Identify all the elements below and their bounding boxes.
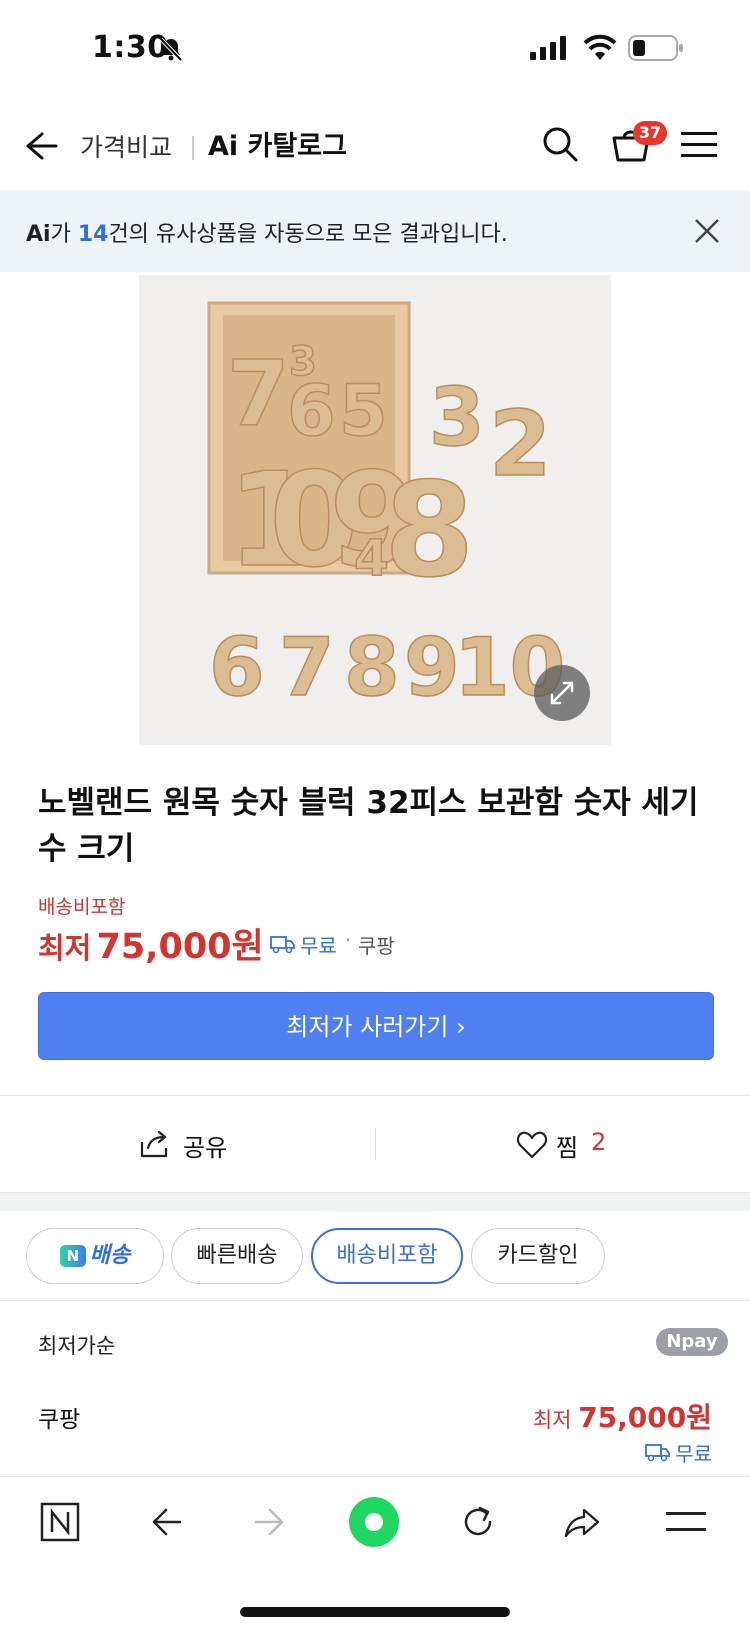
divider: [0, 1095, 750, 1096]
block-digit: 9: [404, 621, 460, 714]
battery-icon: [628, 35, 683, 61]
block-digit: 6: [209, 621, 265, 714]
breadcrumb-price-compare[interactable]: 가격비교: [80, 128, 172, 164]
similar-count: 14: [77, 222, 109, 247]
price-label: 최저: [38, 931, 92, 965]
free-shipping: 무료: [300, 934, 337, 958]
close-icon[interactable]: [694, 218, 720, 244]
heart-icon: [516, 1131, 548, 1159]
expand-icon: [550, 681, 574, 705]
row-price: 최저 75,000원: [533, 1396, 712, 1436]
block-digit: 2: [489, 392, 552, 497]
mute-bell-icon: [159, 37, 183, 62]
green-dot-icon[interactable]: [348, 1496, 400, 1548]
lowest-price: 최저 75,000원: [38, 918, 264, 968]
block-digit: 6: [287, 370, 336, 452]
zzim-count: 2: [591, 1128, 607, 1156]
block-digit: 3: [429, 371, 485, 464]
action-separator: [375, 1128, 376, 1160]
cart-count-badge: 37: [633, 121, 667, 145]
row-seller: 쿠팡: [38, 1407, 81, 1433]
breadcrumb-separator: [192, 136, 194, 160]
row-price-value: 75,000원: [578, 1401, 712, 1434]
block-digit: 7: [227, 342, 290, 447]
shipping-included-label: 배송비포함: [38, 896, 126, 918]
back-arrow-icon[interactable]: [22, 126, 62, 166]
ai-label: Ai: [26, 222, 51, 247]
back-icon[interactable]: [146, 1502, 186, 1542]
block-digit: 8: [384, 454, 474, 606]
divider: [0, 1300, 750, 1301]
zzim-label: 찜: [556, 1134, 579, 1162]
section-gap: [0, 1192, 750, 1211]
ai-ga: 가: [50, 222, 78, 247]
menu-icon[interactable]: [681, 130, 717, 160]
separator-dot: ·: [345, 928, 352, 952]
filter-chip-card-discount[interactable]: 카드할인: [471, 1228, 605, 1284]
filter-chip-label: 배송: [89, 1243, 131, 1268]
share-icon: [140, 1130, 168, 1158]
home-indicator: [240, 1607, 510, 1617]
price-value: 75,000원: [96, 927, 264, 967]
product-title: 노벨랜드 원목 숫자 블럭 32피스 보관함 숫자 세기 수 크기: [38, 785, 699, 867]
row-free-shipping: 무료: [675, 1442, 712, 1466]
n-delivery-icon: N: [59, 1245, 86, 1267]
ai-banner-suffix: 건의 유사상품을 자동으로 모은 결과입니다.: [108, 222, 508, 247]
row-price-label: 최저: [532, 1408, 572, 1432]
truck-icon: [645, 1444, 670, 1462]
block-digit: 4: [354, 529, 389, 587]
npay-filter[interactable]: Npay: [656, 1328, 728, 1356]
buy-lowest-button[interactable]: 최저가 사러가기 ›: [38, 992, 714, 1060]
block-digit: 8: [344, 621, 400, 714]
search-icon[interactable]: [540, 124, 580, 164]
forward-icon[interactable]: [250, 1502, 290, 1542]
ai-banner-text: Ai가 14건의 유사상품을 자동으로 모은 결과입니다.: [26, 216, 508, 248]
page-title: Ai 카탈로그: [208, 131, 347, 162]
share-arrow-icon[interactable]: [562, 1502, 602, 1542]
filter-chip-shipping-included[interactable]: 배송비포함: [311, 1228, 463, 1284]
filter-chip-n-delivery[interactable]: N 배송: [26, 1228, 164, 1284]
more-menu-icon[interactable]: [666, 1510, 706, 1534]
naver-home-icon[interactable]: [40, 1502, 80, 1542]
refresh-icon[interactable]: [458, 1502, 498, 1542]
signal-icon: [530, 36, 566, 60]
sort-selector[interactable]: 최저가순: [38, 1330, 115, 1360]
zoom-button[interactable]: [534, 665, 590, 721]
wifi-icon: [583, 34, 617, 60]
share-label: 공유: [183, 1134, 228, 1162]
truck-icon: [270, 936, 295, 954]
block-digit: 7: [279, 621, 335, 714]
lowest-seller: 쿠팡: [358, 934, 395, 958]
filter-chip-fast[interactable]: 빠른배송: [171, 1228, 303, 1284]
block-digit: 5: [339, 370, 388, 452]
